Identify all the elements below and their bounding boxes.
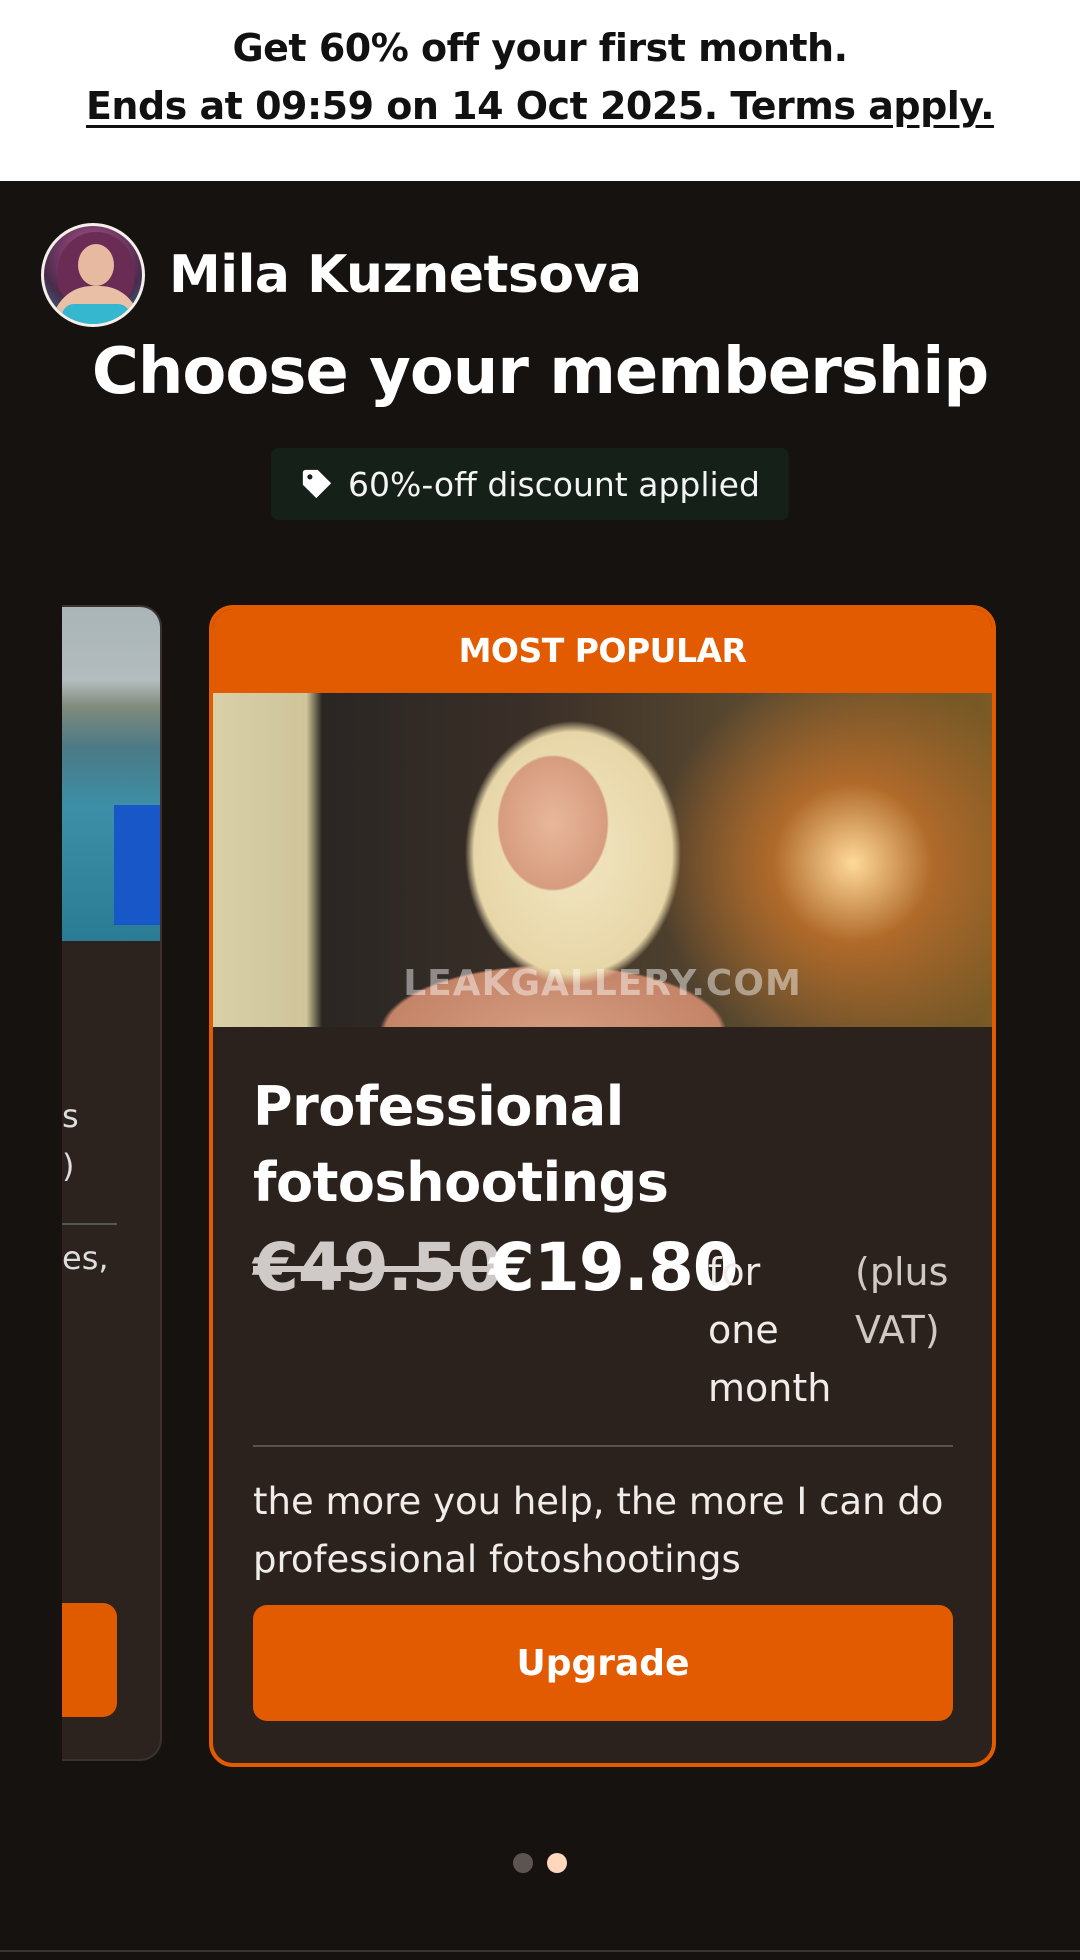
promo-terms-link[interactable]: Ends at 09:59 on 14 Oct 2025. Terms appl… [0,84,1080,128]
upgrade-button-previous[interactable] [62,1603,117,1717]
creator-name[interactable]: Mila Kuznetsova [169,245,642,305]
original-price: €49.50 [253,1229,503,1306]
tier-title: Professional fotoshootings [253,1075,669,1214]
tag-icon [302,469,332,499]
tier-image: LEAKGALLERY.COM [213,693,992,1027]
promo-banner: Get 60% off your first month. Ends at 09… [0,0,1080,181]
tier-text-fragment: es, [62,1239,109,1277]
tier-card-previous[interactable]: s ) es, [62,605,162,1761]
discount-badge: 60%-off discount applied [271,448,789,520]
discount-label: 60%-off discount applied [348,464,760,504]
creator-header: Mila Kuznetsova [41,223,642,327]
divider [0,1950,1080,1952]
discounted-price: €19.80 [489,1229,739,1306]
pager-dot-active[interactable] [547,1853,567,1873]
tier-text-fragment: ) [62,1147,75,1185]
page-title: Choose your membership [91,335,989,409]
carousel-pager [0,1853,1080,1873]
tier-text-fragment: s [62,1097,79,1135]
tier-card-featured: MOST POPULAR LEAKGALLERY.COM Professiona… [209,605,996,1767]
price-period: for one month [708,1250,832,1410]
price-vat-note: (plus VAT) [855,1250,949,1352]
most-popular-badge: MOST POPULAR [213,609,992,693]
avatar[interactable] [41,223,145,327]
divider [253,1445,953,1447]
tier-description: the more you help, the more I can do pro… [253,1480,944,1581]
price-row: €49.50 €19.80 for one month (plus VAT) [253,1229,973,1429]
upgrade-button[interactable]: Upgrade [253,1605,953,1721]
promo-headline: Get 60% off your first month. [232,26,848,70]
pager-dot[interactable] [513,1853,533,1873]
image-watermark: LEAKGALLERY.COM [403,963,802,1004]
